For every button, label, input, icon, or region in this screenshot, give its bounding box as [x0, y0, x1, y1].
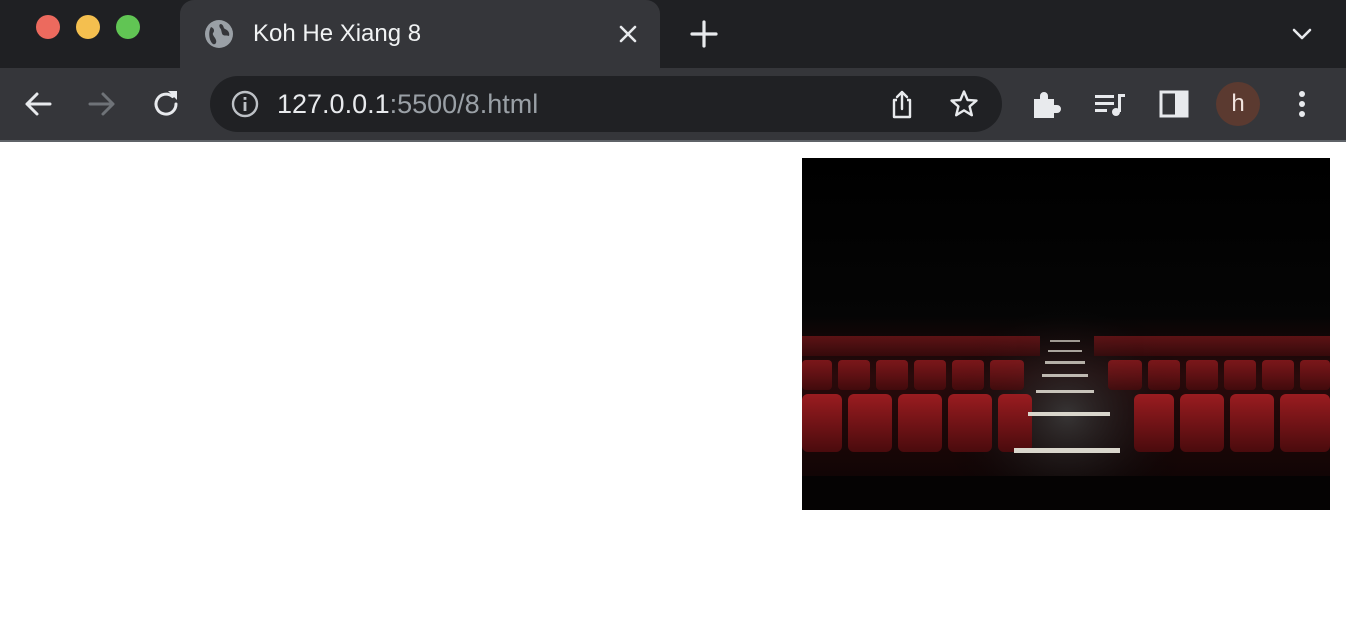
- reload-icon[interactable]: [148, 86, 184, 122]
- share-icon[interactable]: [886, 88, 918, 120]
- tab-strip: Koh He Xiang 8: [0, 0, 1346, 68]
- tab-title: Koh He Xiang 8: [253, 20, 422, 47]
- window-minimize-button[interactable]: [76, 15, 100, 39]
- menu-icon[interactable]: [1284, 86, 1320, 122]
- close-tab-icon[interactable]: [616, 22, 640, 46]
- browser-toolbar: 127.0.0.1:5500/8.html h: [0, 68, 1346, 140]
- theater-seats-image: [802, 158, 1330, 510]
- side-panel-icon[interactable]: [1156, 86, 1192, 122]
- globe-icon: [205, 20, 233, 48]
- url-host: 127.0.0.1: [277, 89, 390, 119]
- window-maximize-button[interactable]: [116, 15, 140, 39]
- new-tab-icon[interactable]: [688, 18, 720, 50]
- url-path: :5500/8.html: [389, 89, 539, 119]
- active-tab[interactable]: Koh He Xiang 8: [180, 0, 660, 68]
- back-icon[interactable]: [20, 86, 56, 122]
- media-icon[interactable]: [1092, 86, 1128, 122]
- extensions-icon[interactable]: [1028, 86, 1064, 122]
- profile-avatar[interactable]: h: [1216, 82, 1260, 126]
- star-icon[interactable]: [948, 88, 980, 120]
- window-close-button[interactable]: [36, 15, 60, 39]
- chevron-down-icon[interactable]: [1288, 22, 1316, 46]
- url-text[interactable]: 127.0.0.1:5500/8.html: [277, 89, 538, 119]
- forward-icon[interactable]: [84, 86, 120, 122]
- page-content: [0, 142, 1346, 624]
- address-bar[interactable]: 127.0.0.1:5500/8.html: [210, 76, 1002, 132]
- info-icon[interactable]: [230, 89, 260, 119]
